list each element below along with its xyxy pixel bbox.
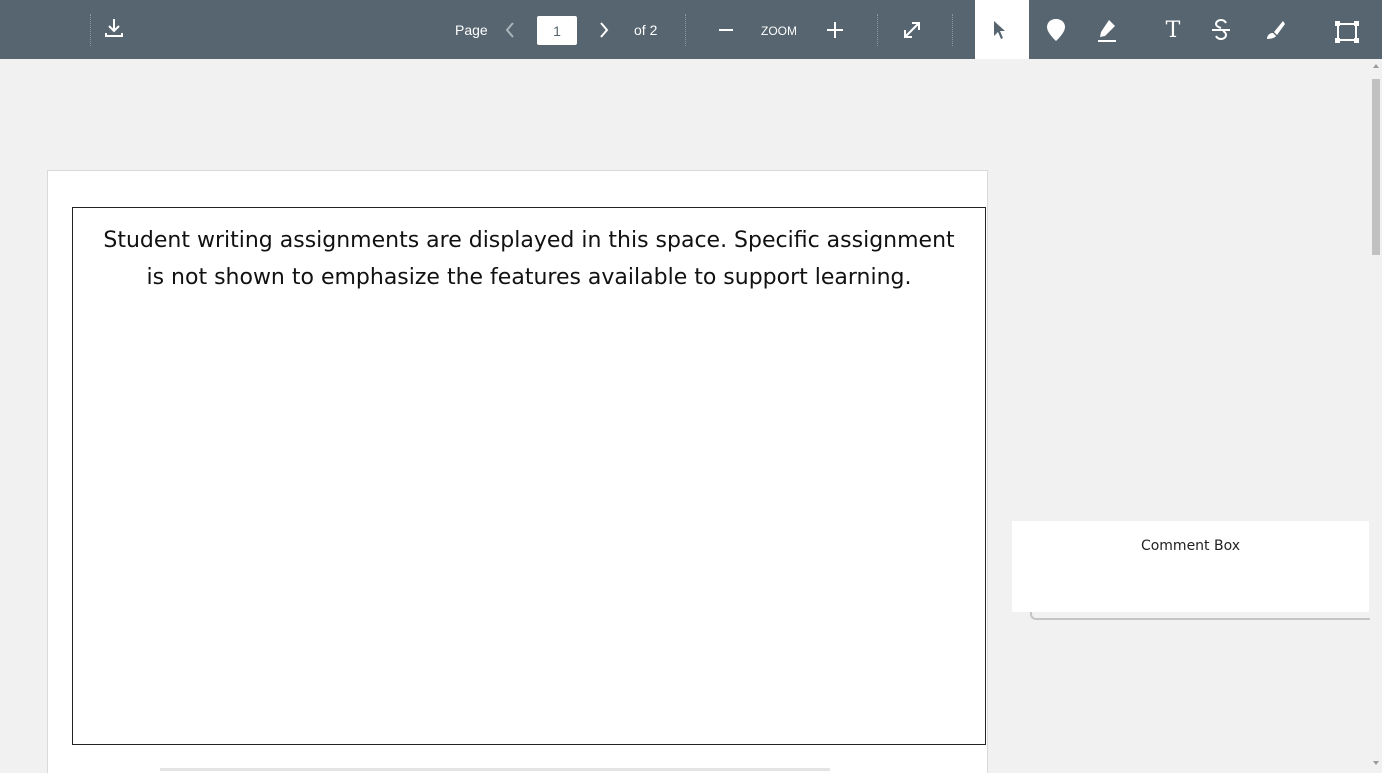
comment-box[interactable]: Comment Box: [1012, 521, 1369, 612]
scroll-up-arrow-icon[interactable]: [1373, 64, 1379, 68]
download-icon[interactable]: [103, 16, 125, 40]
comment-box-label: Comment Box: [1140, 538, 1241, 554]
zoom-label: ZOOM: [761, 24, 797, 38]
page-label: Page: [455, 22, 488, 38]
minus-icon[interactable]: [717, 22, 735, 38]
brush-icon[interactable]: [1263, 18, 1287, 42]
page-total: of 2: [634, 22, 658, 38]
toolbar-separator: [877, 14, 878, 46]
assignment-text: Student writing assignments are displaye…: [103, 228, 955, 290]
cursor-icon[interactable]: [992, 19, 1008, 41]
scroll-down-arrow-icon[interactable]: [1373, 761, 1379, 765]
page-text-line: [160, 768, 830, 771]
strikethrough-icon[interactable]: [1210, 17, 1232, 43]
pin-icon[interactable]: [1045, 17, 1067, 43]
area-select-icon[interactable]: [1334, 20, 1360, 44]
download-button[interactable]: [4, 0, 34, 59]
expand-icon[interactable]: [901, 19, 923, 41]
toolbar-separator: [952, 14, 953, 46]
chevron-left-icon[interactable]: [503, 20, 517, 40]
chevron-right-icon[interactable]: [597, 20, 611, 40]
highlighter-icon[interactable]: [1095, 17, 1119, 43]
scrollbar-thumb[interactable]: [1372, 79, 1380, 255]
page-number-input[interactable]: [537, 16, 577, 45]
plus-icon[interactable]: [826, 21, 844, 39]
toolbar-separator: [685, 14, 686, 46]
text-icon[interactable]: T: [1160, 16, 1186, 44]
assignment-placeholder: Student writing assignments are displaye…: [72, 207, 986, 745]
toolbar-separator: [90, 14, 91, 46]
vertical-scrollbar[interactable]: [1370, 59, 1382, 773]
